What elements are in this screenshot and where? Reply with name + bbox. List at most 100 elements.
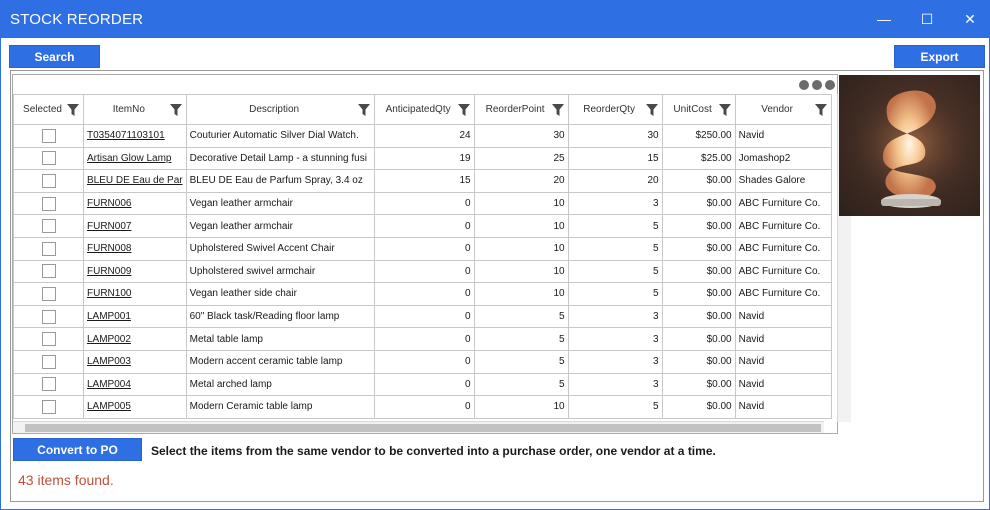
filter-icon[interactable] [551,104,564,116]
selected-cell [13,304,84,329]
anticipated-qty-cell: 0 [373,349,475,374]
select-checkbox[interactable] [41,173,56,188]
filter-icon[interactable] [718,104,731,116]
item-link[interactable]: T0354071103101 [87,130,165,141]
reorder-qty-cell: 3 [567,191,663,216]
horizontal-scroll-thumb[interactable] [25,424,821,432]
column-header-reorderpoint[interactable]: ReorderPoint [473,94,569,125]
unit-cost-cell: $250.00 [661,124,736,148]
select-checkbox[interactable] [41,399,56,414]
anticipated-qty-cell: 0 [373,214,475,238]
anticipated-qty-cell: 0 [373,327,475,351]
select-checkbox[interactable] [41,196,56,211]
anticipated-qty-cell: 0 [373,395,475,419]
description-cell: Decorative Detail Lamp - a stunning fusi [185,146,375,171]
table-row[interactable]: Artisan Glow Lamp Decorative Detail Lamp … [13,146,832,171]
item-link[interactable]: FURN009 [87,266,131,277]
reorder-qty-cell: 3 [567,372,663,397]
convert-to-po-button[interactable]: Convert to PO [13,438,142,461]
item-link[interactable]: LAMP002 [87,334,131,345]
table-row[interactable]: FURN007 Vegan leather armchair 0 10 5 $0.00 AB… [13,214,832,238]
reorder-qty-cell: 3 [567,304,663,329]
export-button[interactable]: Export [894,45,985,68]
description-cell: Vegan leather armchair [185,214,375,238]
reorder-qty-cell: 5 [567,236,663,261]
table-row[interactable]: FURN008 Upholstered Swivel Accent Chair 0 1… [13,236,832,261]
vendor-cell: ABC Furniture Co. [734,259,832,284]
filter-icon[interactable] [169,104,182,116]
reorder-point-cell: 10 [473,214,569,238]
item-link[interactable]: FURN008 [87,243,131,254]
maximize-button[interactable]: ☐ [913,7,941,31]
select-checkbox[interactable] [41,309,56,324]
description-cell: Couturier Automatic Silver Dial Watch. [185,124,375,148]
table-row[interactable]: LAMP004 Metal arched lamp 0 5 3 $0.00 Navid [13,372,832,397]
unit-cost-cell: $0.00 [661,395,736,419]
table-row[interactable]: LAMP005 Modern Ceramic table lamp 0 10 5 $0.0… [13,395,832,419]
select-checkbox[interactable] [41,264,56,279]
select-checkbox[interactable] [41,128,56,143]
select-checkbox[interactable] [41,151,56,166]
table-row[interactable]: LAMP003 Modern accent ceramic table lamp 0… [13,349,832,374]
select-checkbox[interactable] [41,354,56,369]
item-link[interactable]: Artisan Glow Lamp [87,153,171,164]
reorder-point-cell: 10 [473,191,569,216]
select-checkbox[interactable] [41,219,56,234]
item-no-cell: FURN008 [83,236,187,261]
item-link[interactable]: LAMP005 [87,401,131,412]
select-checkbox[interactable] [41,332,56,347]
horizontal-scrollbar[interactable] [13,421,824,433]
filter-icon[interactable] [814,104,827,116]
column-header-vendor[interactable]: Vendor [734,94,832,125]
item-link[interactable]: FURN006 [87,198,131,209]
item-link[interactable]: LAMP004 [87,379,131,390]
reorder-point-cell: 5 [473,304,569,329]
description-cell: Modern Ceramic table lamp [185,395,375,419]
table-row[interactable]: FURN006 Vegan leather armchair 0 10 3 $0.00 AB… [13,191,832,216]
select-checkbox[interactable] [41,377,56,392]
column-header-description[interactable]: Description [185,94,375,125]
table-row[interactable]: FURN009 Upholstered swivel armchair 0 10 5 $0… [13,259,832,284]
filter-icon[interactable] [67,104,79,116]
table-row[interactable]: LAMP002 Metal table lamp 0 5 3 $0.00 Navid [13,327,832,351]
table-row[interactable]: LAMP001 60" Black task/Reading floor lamp… [13,304,832,329]
reorder-qty-cell: 5 [567,259,663,284]
table-row[interactable]: BLEU DE Eau de Par BLEU DE Eau de Parfum … [13,169,832,193]
item-link[interactable]: FURN100 [87,288,131,299]
unit-cost-cell: $0.00 [661,169,736,193]
table-row[interactable]: FURN100 Vegan leather side chair 0 10 5 $0.00… [13,282,832,306]
item-link[interactable]: FURN007 [87,221,131,232]
filter-icon[interactable] [645,104,658,116]
window-title: STOCK REORDER [10,11,144,28]
vendor-cell: Shades Galore [734,169,832,193]
table-row[interactable]: T0354071103101 Couturier Automatic Silver… [13,124,832,148]
column-header-reorderqty[interactable]: ReorderQty [567,94,663,125]
more-options-icon[interactable] [796,77,835,90]
minimize-button[interactable]: — [870,7,898,31]
reorder-point-cell: 5 [473,327,569,351]
search-button[interactable]: Search [9,45,100,68]
column-header-unitcost[interactable]: UnitCost [661,94,736,125]
reorder-point-cell: 25 [473,146,569,171]
item-no-cell: LAMP005 [83,395,187,419]
column-header-label: ItemNo [112,104,145,115]
column-header-selected[interactable]: Selected [13,94,84,125]
unit-cost-cell: $0.00 [661,304,736,329]
description-cell: Metal table lamp [185,327,375,351]
column-header-label: Vendor [761,104,793,115]
reorder-point-cell: 20 [473,169,569,193]
item-link[interactable]: LAMP003 [87,356,131,367]
column-header-anticipatedqty[interactable]: AnticipatedQty [373,94,475,125]
filter-icon[interactable] [357,104,370,116]
select-checkbox[interactable] [41,241,56,256]
reorder-point-cell: 5 [473,372,569,397]
title-bar: STOCK REORDER — ☐ ✕ [1,1,989,38]
filter-icon[interactable] [457,104,470,116]
item-link[interactable]: BLEU DE Eau de Par [87,175,183,186]
column-header-itemno[interactable]: ItemNo [83,94,187,125]
close-button[interactable]: ✕ [956,7,984,31]
select-checkbox[interactable] [41,286,56,301]
item-link[interactable]: LAMP001 [87,311,131,322]
anticipated-qty-cell: 19 [373,146,475,171]
description-cell: Upholstered Swivel Accent Chair [185,236,375,261]
